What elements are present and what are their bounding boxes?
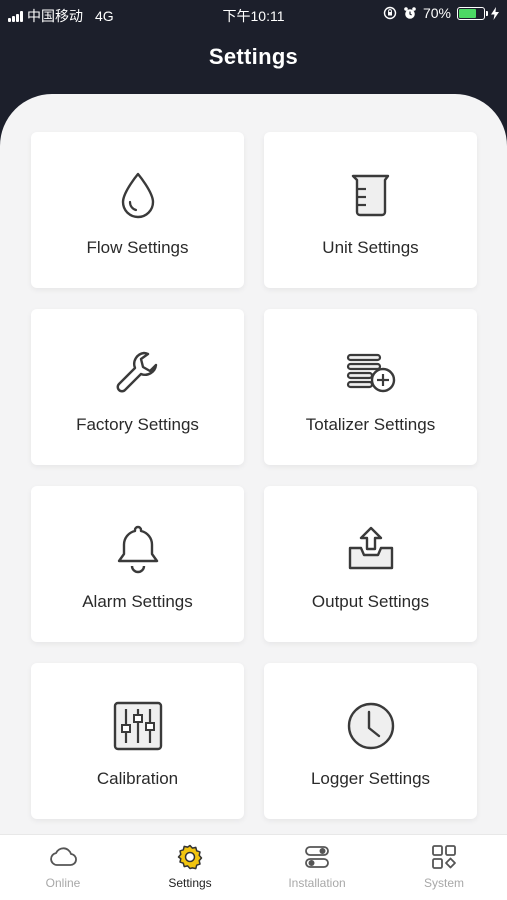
alarm-settings-card[interactable]: Alarm Settings <box>31 486 244 642</box>
card-label: Totalizer Settings <box>305 415 436 434</box>
tab-settings[interactable]: Settings <box>127 835 253 900</box>
settings-panel: Flow Settings Unit Settings Factory Sett… <box>0 94 507 834</box>
tab-label: System <box>423 876 464 890</box>
upload-tray-icon <box>348 526 393 570</box>
tab-label: Installation <box>288 876 346 890</box>
card-label: Factory Settings <box>76 415 199 434</box>
gear-icon <box>177 844 203 870</box>
factory-settings-card[interactable]: Factory Settings <box>31 309 244 465</box>
tab-system[interactable]: System <box>381 835 507 900</box>
grid-icon <box>432 845 456 869</box>
card-label: Flow Settings <box>86 238 189 257</box>
unit-settings-card[interactable]: Unit Settings <box>264 132 477 288</box>
stack-plus-icon <box>346 353 395 393</box>
battery-percent: 70% <box>422 5 451 21</box>
tab-label: Settings <box>168 876 212 890</box>
battery-fill <box>459 8 476 18</box>
orientation-lock-icon <box>383 6 397 20</box>
bottom-tab-bar: Online Settings Installation System <box>0 834 507 900</box>
calibration-card[interactable]: Calibration <box>31 663 244 819</box>
card-label: Alarm Settings <box>82 592 193 611</box>
card-label: Logger Settings <box>310 769 431 788</box>
card-label: Output Settings <box>311 592 430 611</box>
measuring-cup-icon <box>351 174 389 217</box>
status-right: 70% <box>383 5 499 21</box>
clock-icon <box>347 702 394 750</box>
status-bar: 中国移动 4G 下午10:11 70% <box>0 0 507 28</box>
bell-icon <box>117 525 158 574</box>
tab-installation[interactable]: Installation <box>254 835 380 900</box>
flow-settings-card[interactable]: Flow Settings <box>31 132 244 288</box>
toggles-icon <box>305 846 329 868</box>
charging-bolt-icon <box>491 6 499 20</box>
page-title: Settings <box>208 44 299 69</box>
battery-icon <box>457 6 488 20</box>
totalizer-settings-card[interactable]: Totalizer Settings <box>264 309 477 465</box>
water-drop-icon <box>121 172 154 219</box>
sliders-icon <box>113 701 162 751</box>
logger-settings-card[interactable]: Logger Settings <box>264 663 477 819</box>
wrench-icon <box>116 351 157 393</box>
tab-online[interactable]: Online <box>0 835 126 900</box>
card-label: Unit Settings <box>322 238 419 257</box>
cloud-icon <box>50 847 77 866</box>
alarm-clock-icon <box>404 7 416 19</box>
tab-label: Online <box>45 876 81 890</box>
output-settings-card[interactable]: Output Settings <box>264 486 477 642</box>
card-label: Calibration <box>96 769 179 788</box>
